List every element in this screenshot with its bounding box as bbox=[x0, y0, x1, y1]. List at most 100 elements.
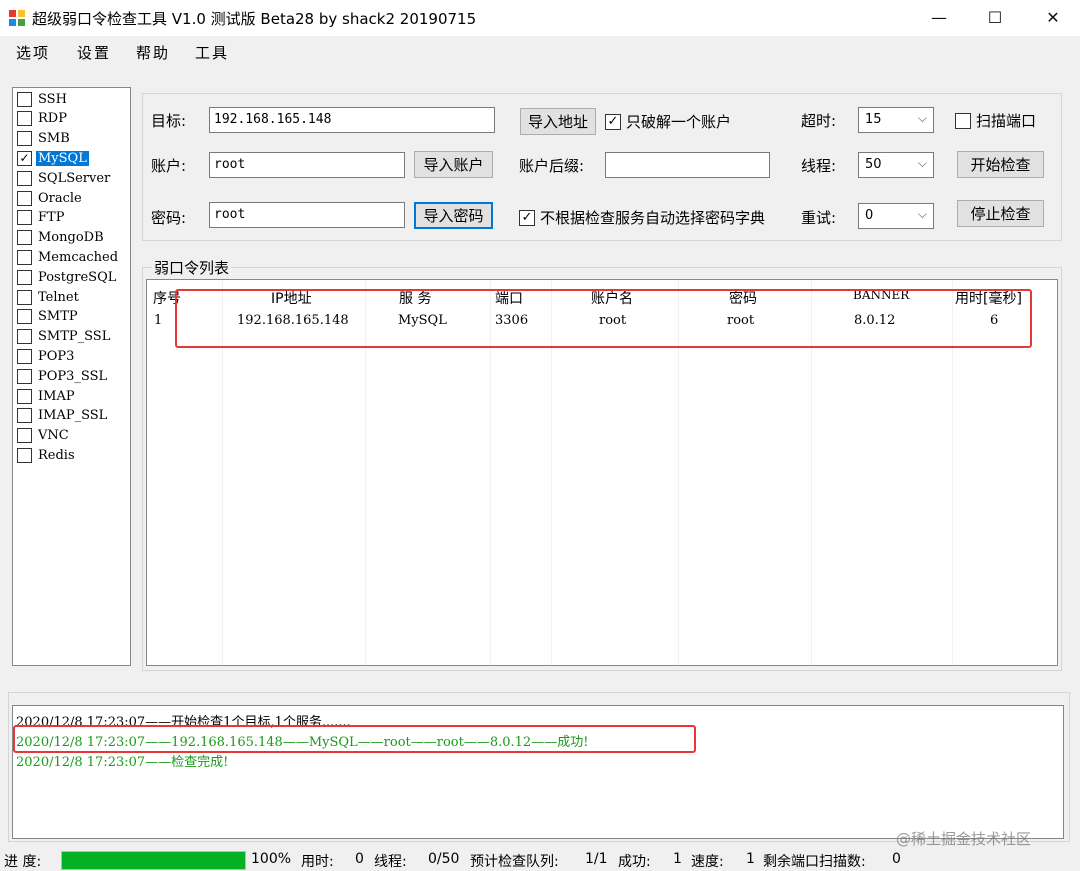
menu-bar: 选项 设置 帮助 工具 bbox=[0, 36, 1080, 68]
service-item-ftp[interactable]: FTP bbox=[17, 209, 66, 227]
speed-label: 速度: bbox=[691, 854, 724, 870]
maximize-button[interactable]: ☐ bbox=[968, 0, 1022, 34]
service-label: IMAP bbox=[38, 388, 75, 404]
service-label: IMAP_SSL bbox=[38, 408, 108, 424]
service-item-mongodb[interactable]: MongoDB bbox=[17, 229, 106, 247]
service-label: MongoDB bbox=[38, 230, 104, 246]
import-password-button[interactable]: 导入密码 bbox=[414, 202, 493, 229]
checkbox-unchecked-icon[interactable] bbox=[17, 388, 32, 404]
checkbox-unchecked-icon[interactable] bbox=[17, 428, 32, 444]
service-item-smtp_ssl[interactable]: SMTP_SSL bbox=[17, 328, 112, 346]
elapsed-value: 0 bbox=[355, 851, 364, 867]
checkbox-unchecked-icon[interactable] bbox=[17, 348, 32, 364]
menu-options[interactable]: 选项 bbox=[16, 42, 50, 63]
service-label: SQLServer bbox=[38, 170, 111, 186]
account-suffix-input[interactable] bbox=[605, 152, 770, 178]
service-item-oracle[interactable]: Oracle bbox=[17, 189, 84, 207]
start-check-button[interactable]: 开始检查 bbox=[957, 151, 1044, 178]
service-item-redis[interactable]: Redis bbox=[17, 446, 77, 464]
checkbox-unchecked-icon[interactable] bbox=[17, 329, 32, 345]
account-label: 账户: bbox=[151, 157, 187, 175]
results-caption: 弱口令列表 bbox=[152, 257, 232, 278]
checkbox-unchecked-icon[interactable] bbox=[17, 91, 32, 107]
checkbox-unchecked-icon[interactable] bbox=[17, 309, 32, 325]
progress-fill bbox=[62, 852, 245, 869]
service-item-sqlserver[interactable]: SQLServer bbox=[17, 169, 112, 187]
watermark: @稀土掘金技术社区 bbox=[896, 830, 1032, 848]
service-label: Redis bbox=[38, 447, 75, 463]
checkbox-unchecked-icon[interactable] bbox=[17, 289, 32, 305]
service-label: FTP bbox=[38, 210, 65, 226]
service-item-memcached[interactable]: Memcached bbox=[17, 248, 120, 266]
checkbox-unchecked-icon[interactable] bbox=[17, 210, 32, 226]
service-label: Telnet bbox=[38, 289, 79, 305]
threads-status-label: 线程: bbox=[374, 854, 407, 870]
checkbox-checked-icon: ✓ bbox=[519, 209, 535, 226]
account-suffix-label: 账户后缀: bbox=[519, 157, 585, 175]
menu-help[interactable]: 帮助 bbox=[136, 42, 170, 63]
checkbox-unchecked-icon[interactable] bbox=[17, 447, 32, 463]
checkbox-unchecked-icon bbox=[955, 112, 971, 129]
checkbox-unchecked-icon[interactable] bbox=[17, 190, 32, 206]
password-input[interactable]: root bbox=[209, 202, 405, 228]
menu-tools[interactable]: 工具 bbox=[195, 42, 229, 63]
checkbox-unchecked-icon[interactable] bbox=[17, 269, 32, 285]
checkbox-unchecked-icon[interactable] bbox=[17, 249, 32, 265]
checkbox-unchecked-icon[interactable] bbox=[17, 170, 32, 186]
service-item-ssh[interactable]: SSH bbox=[17, 90, 69, 108]
queue-label: 预计检查队列: bbox=[470, 854, 559, 870]
checkbox-checked-icon[interactable]: ✓ bbox=[17, 150, 32, 166]
minimize-button[interactable]: — bbox=[912, 0, 966, 34]
account-input[interactable]: root bbox=[209, 152, 405, 178]
remaining-label: 剩余端口扫描数: bbox=[763, 854, 866, 870]
service-item-imap[interactable]: IMAP bbox=[17, 387, 77, 405]
maximize-icon: ☐ bbox=[987, 7, 1003, 27]
chevron-down-icon: ⌵ bbox=[917, 156, 927, 170]
checkbox-unchecked-icon[interactable] bbox=[17, 230, 32, 246]
service-item-rdp[interactable]: RDP bbox=[17, 110, 69, 128]
service-item-pop3[interactable]: POP3 bbox=[17, 347, 76, 365]
service-label: PostgreSQL bbox=[38, 269, 117, 285]
service-label: Oracle bbox=[38, 190, 82, 206]
checkbox-unchecked-icon[interactable] bbox=[17, 131, 32, 147]
service-item-vnc[interactable]: VNC bbox=[17, 427, 71, 445]
import-account-button[interactable]: 导入账户 bbox=[414, 151, 493, 178]
import-address-button[interactable]: 导入地址 bbox=[520, 108, 596, 135]
threads-select[interactable]: 50 ⌵ bbox=[858, 152, 934, 178]
threads-status-value: 0/50 bbox=[428, 851, 460, 867]
progress-label: 进 度: bbox=[4, 854, 42, 870]
retry-select[interactable]: 0 ⌵ bbox=[858, 203, 934, 229]
target-input[interactable]: 192.168.165.148 bbox=[209, 107, 495, 133]
result-highlight-box bbox=[175, 289, 1032, 348]
menu-settings[interactable]: 设置 bbox=[77, 42, 111, 63]
threads-label: 线程: bbox=[801, 157, 837, 175]
auto-dict-checkbox[interactable]: ✓ 不根据检查服务自动选择密码字典 bbox=[519, 207, 765, 228]
service-item-smb[interactable]: SMB bbox=[17, 130, 72, 148]
success-value: 1 bbox=[673, 851, 682, 867]
checkbox-unchecked-icon[interactable] bbox=[17, 111, 32, 127]
checkbox-checked-icon: ✓ bbox=[605, 113, 621, 130]
service-item-postgresql[interactable]: PostgreSQL bbox=[17, 268, 118, 286]
close-button[interactable]: ✕ bbox=[1026, 0, 1080, 34]
service-list: SSH RDP SMB ✓ MySQL SQLServer Oracle FTP MongoDB… bbox=[12, 87, 131, 666]
service-item-pop3_ssl[interactable]: POP3_SSL bbox=[17, 367, 109, 385]
chevron-down-icon: ⌵ bbox=[917, 207, 927, 221]
app-icon bbox=[9, 10, 25, 26]
service-label: SMTP bbox=[38, 309, 78, 325]
service-label: RDP bbox=[38, 111, 67, 127]
service-item-imap_ssl[interactable]: IMAP_SSL bbox=[17, 407, 109, 425]
service-label: SSH bbox=[38, 91, 67, 107]
crack-one-account-checkbox[interactable]: ✓ 只破解一个账户 bbox=[605, 111, 731, 132]
checkbox-unchecked-icon[interactable] bbox=[17, 368, 32, 384]
service-item-telnet[interactable]: Telnet bbox=[17, 288, 81, 306]
retry-value: 0 bbox=[865, 208, 874, 223]
scan-port-checkbox[interactable]: 扫描端口 bbox=[955, 110, 1036, 131]
retry-label: 重试: bbox=[801, 209, 837, 227]
checkbox-unchecked-icon[interactable] bbox=[17, 408, 32, 424]
service-item-smtp[interactable]: SMTP bbox=[17, 308, 80, 326]
service-item-mysql[interactable]: ✓ MySQL bbox=[17, 149, 89, 167]
timeout-select[interactable]: 15 ⌵ bbox=[858, 107, 934, 133]
progress-percent: 100% bbox=[251, 851, 292, 867]
stop-check-button[interactable]: 停止检查 bbox=[957, 200, 1044, 227]
service-label: VNC bbox=[38, 428, 69, 444]
